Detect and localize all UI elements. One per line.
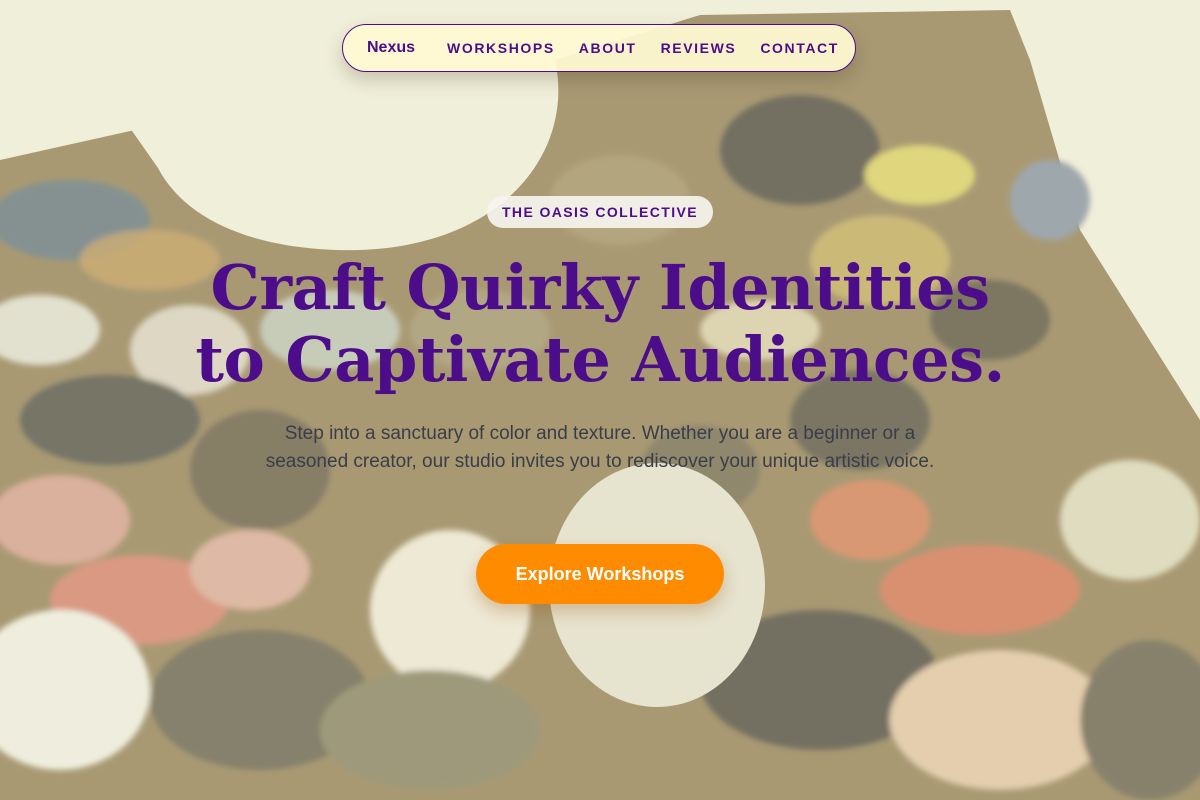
nav-link-reviews[interactable]: REVIEWS	[661, 40, 737, 56]
nav-link-about[interactable]: ABOUT	[579, 40, 637, 56]
explore-workshops-button[interactable]: Explore Workshops	[476, 544, 724, 604]
top-navigation: Nexus WORKSHOPS ABOUT REVIEWS CONTACT	[342, 24, 856, 72]
headline-line-2: to Captivate Audiences.	[195, 323, 1005, 396]
headline-line-1: Craft Quirky Identities	[210, 251, 990, 324]
brand-logo[interactable]: Nexus	[367, 39, 415, 57]
eyebrow-badge: THE OASIS COLLECTIVE	[487, 196, 713, 228]
hero-description: Step into a sanctuary of color and textu…	[265, 423, 935, 472]
nav-link-contact[interactable]: CONTACT	[760, 40, 839, 56]
light-overlay	[0, 0, 1200, 800]
nav-link-workshops[interactable]: WORKSHOPS	[447, 40, 555, 56]
hero-headline: Craft Quirky Identities to Captivate Aud…	[100, 252, 1100, 396]
